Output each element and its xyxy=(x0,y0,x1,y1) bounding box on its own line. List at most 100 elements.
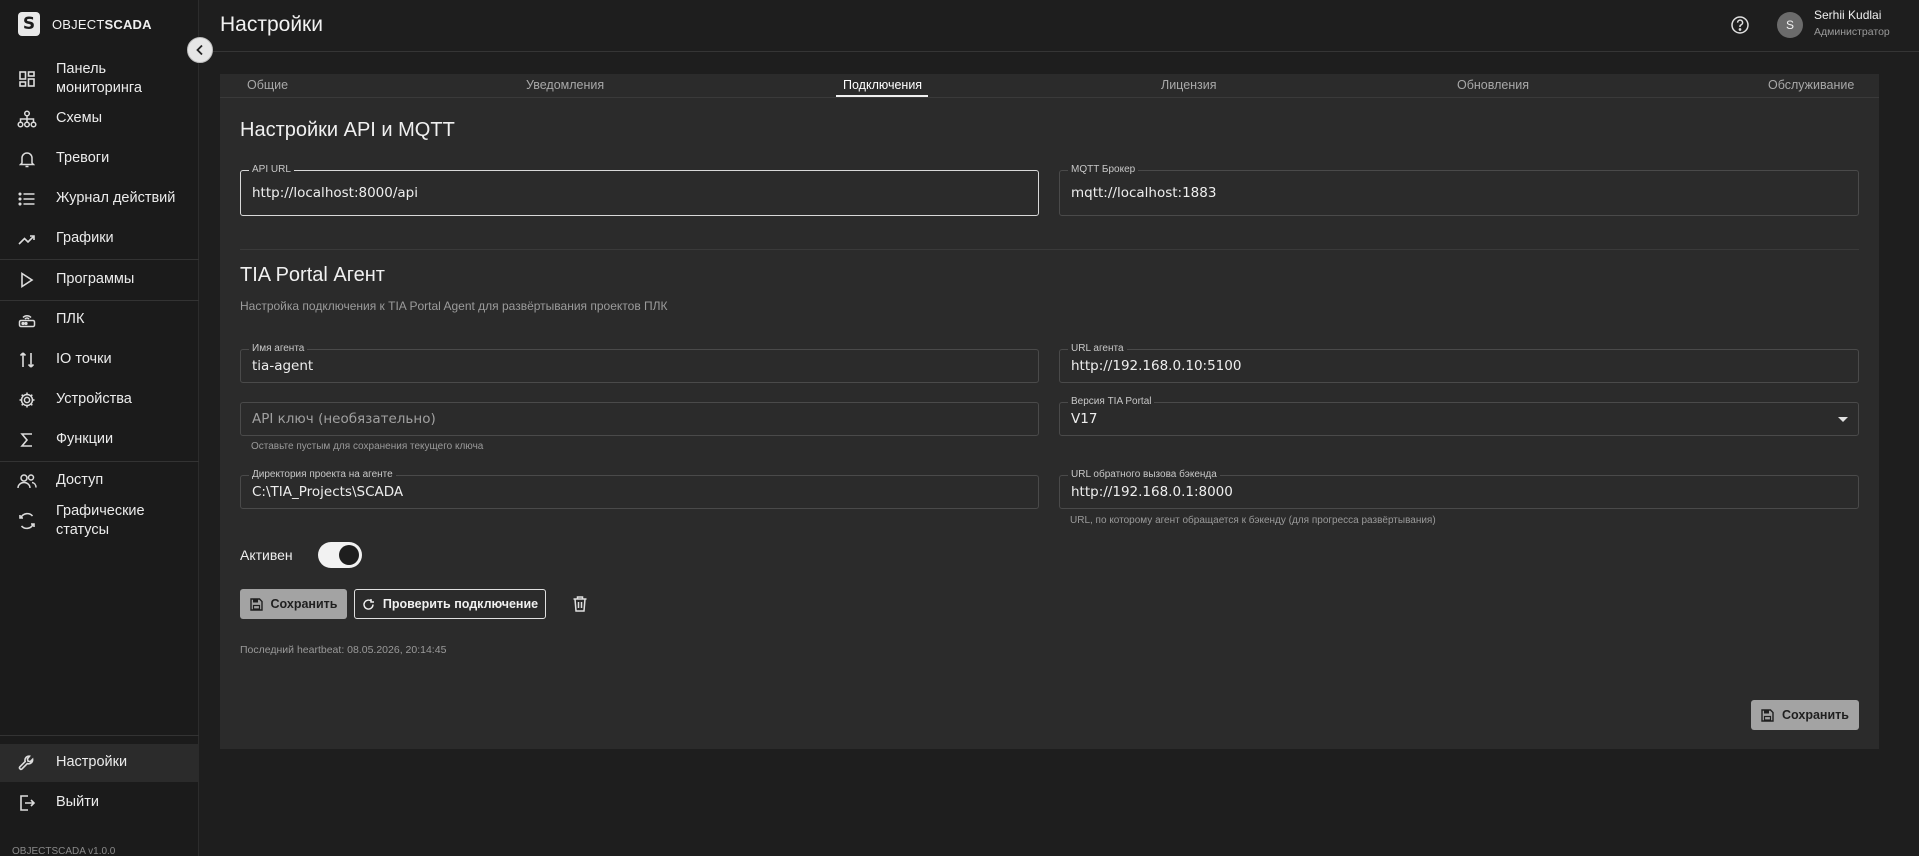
tab-maintenance[interactable]: Обслуживание xyxy=(1768,78,1854,92)
test-connection-label: Проверить подключение xyxy=(382,597,539,611)
mqtt-broker-label: MQTT Брокер xyxy=(1068,164,1139,176)
test-connection-button[interactable]: Проверить подключение xyxy=(354,589,546,619)
footer-save-button[interactable]: Сохранить xyxy=(1751,700,1859,730)
sidebar-divider xyxy=(0,300,199,301)
tia-version-label: Версия TIA Portal xyxy=(1068,396,1155,408)
chevron-down-icon xyxy=(1838,417,1848,422)
sidebar-item-label: Графические статусы xyxy=(56,503,145,538)
callback-url-value: http://192.168.0.1:8000 xyxy=(1071,484,1233,500)
agent-url-label: URL агента xyxy=(1068,343,1127,355)
project-directory-label: Директория проекта на агенте xyxy=(249,469,396,481)
project-directory-value: C:\TIA_Projects\SCADA xyxy=(252,484,404,500)
callback-url-label: URL обратного вызова бэкенда xyxy=(1068,469,1220,481)
tab-updates[interactable]: Обновления xyxy=(1457,78,1529,92)
sidebar-item-io-points[interactable]: IO точки xyxy=(0,349,199,371)
sidebar-item-logout[interactable]: Выйти xyxy=(0,792,199,814)
sidebar-divider xyxy=(0,259,199,260)
trend-icon xyxy=(17,229,37,249)
sidebar-collapse-button[interactable] xyxy=(187,37,213,63)
wrench-icon xyxy=(17,753,37,773)
sidebar-item-label: Панель мониторинга xyxy=(56,61,142,96)
sigma-icon xyxy=(17,430,37,450)
sidebar-divider xyxy=(0,461,199,462)
tab-general[interactable]: Общие xyxy=(247,78,288,92)
sidebar-item-label: Настройки xyxy=(56,754,128,770)
tab-license[interactable]: Лицензия xyxy=(1161,78,1217,92)
io-icon xyxy=(17,350,37,370)
active-toggle-label: Активен xyxy=(240,547,293,563)
refresh-icon xyxy=(363,598,374,610)
sidebar-item-alarms[interactable]: Тревоги xyxy=(0,148,199,170)
sidebar-item-access[interactable]: Доступ xyxy=(0,470,199,492)
dashboard-icon xyxy=(17,69,37,89)
sidebar-item-devices[interactable]: Устройства xyxy=(0,389,199,411)
sidebar-item-schemes[interactable]: Схемы xyxy=(0,108,199,130)
tia-version-value: V17 xyxy=(1071,411,1098,427)
api-url-field[interactable]: API URL http://localhost:8000/api xyxy=(240,164,1039,216)
last-heartbeat: Последний heartbeat: 08.05.2026, 20:14:4… xyxy=(240,644,447,656)
delete-agent-icon[interactable] xyxy=(572,595,590,613)
api-key-helper: Оставьте пустым для сохранения текущего … xyxy=(251,441,484,452)
project-directory-field[interactable]: Директория проекта на агенте C:\TIA_Proj… xyxy=(240,469,1039,509)
users-icon xyxy=(17,471,37,491)
tia-save-label: Сохранить xyxy=(270,597,338,611)
sidebar-item-label: Графики xyxy=(56,230,114,246)
sidebar-item-journal[interactable]: Журнал действий xyxy=(0,188,199,210)
router-icon xyxy=(17,310,37,330)
tab-notifications[interactable]: Уведомления xyxy=(526,78,604,92)
agent-url-field[interactable]: URL агента http://192.168.0.10:5100 xyxy=(1059,343,1859,383)
sidebar-item-label: ПЛК xyxy=(56,311,85,327)
api-url-label: API URL xyxy=(249,164,294,176)
save-icon xyxy=(249,597,263,611)
tia-save-button[interactable]: Сохранить xyxy=(240,589,347,619)
sidebar-item-label: Доступ xyxy=(56,472,104,488)
schema-icon xyxy=(17,109,37,129)
sidebar-item-graphic-statuses[interactable]: Графические статусы xyxy=(0,500,199,542)
sidebar-item-label: Тревоги xyxy=(56,150,110,166)
sidebar-item-plc[interactable]: ПЛК xyxy=(0,309,199,331)
callback-url-field[interactable]: URL обратного вызова бэкенда http://192.… xyxy=(1059,469,1859,509)
tia-section-title: TIA Portal Агент xyxy=(240,264,385,286)
logo-icon: S xyxy=(18,12,40,36)
settings-panel: Общие Уведомления Подключения Лицензия О… xyxy=(220,74,1879,749)
list-icon xyxy=(17,189,37,209)
mqtt-broker-field[interactable]: MQTT Брокер mqtt://localhost:1883 xyxy=(1059,164,1859,216)
save-icon xyxy=(1761,708,1774,722)
api-key-field[interactable]: API ключ (необязательно) xyxy=(240,402,1039,436)
user-name: Serhii Kudlai xyxy=(1814,8,1882,22)
sidebar-divider xyxy=(0,735,199,736)
api-mqtt-section-title: Настройки API и MQTT xyxy=(240,119,455,141)
sidebar-item-programs[interactable]: Программы xyxy=(0,269,199,291)
agent-name-field[interactable]: Имя агента tia-agent xyxy=(240,343,1039,383)
tab-connections[interactable]: Подключения xyxy=(843,78,922,92)
sidebar-item-functions[interactable]: Функции xyxy=(0,429,199,451)
app-logo[interactable]: S OBJECTSCADA xyxy=(18,12,152,36)
app-version: OBJECTSCADA v1.0.0 xyxy=(12,846,116,856)
sidebar-item-dashboard[interactable]: Панель мониторинга xyxy=(0,58,199,100)
bell-icon xyxy=(17,149,37,169)
user-role: Администратор xyxy=(1814,26,1890,38)
api-url-value: http://localhost:8000/api xyxy=(252,185,419,201)
sidebar-item-settings[interactable]: Настройки xyxy=(0,744,199,782)
agent-url-value: http://192.168.0.10:5100 xyxy=(1071,358,1242,374)
settings-tabs: Общие Уведомления Подключения Лицензия О… xyxy=(220,74,1879,98)
avatar[interactable]: S xyxy=(1777,12,1803,38)
logo-text: OBJECTSCADA xyxy=(52,16,152,32)
sidebar-item-label: IO точки xyxy=(56,351,112,367)
toggle-knob xyxy=(339,545,359,565)
play-icon xyxy=(17,270,37,290)
sidebar-item-label: Выйти xyxy=(56,794,99,810)
agent-name-label: Имя агента xyxy=(249,343,308,355)
section-divider xyxy=(240,249,1859,250)
active-toggle[interactable] xyxy=(318,542,362,568)
status-icon xyxy=(17,511,37,531)
sidebar-item-label: Схемы xyxy=(56,110,103,126)
tia-version-select[interactable]: Версия TIA Portal V17 xyxy=(1059,396,1859,436)
agent-name-value: tia-agent xyxy=(252,358,314,374)
sidebar: S OBJECTSCADA Панель мониторинга Схемы Тр… xyxy=(0,0,199,856)
sidebar-item-charts[interactable]: Графики xyxy=(0,228,199,250)
gear-icon xyxy=(17,390,37,410)
chevron-left-icon xyxy=(196,44,203,56)
sidebar-item-label: Журнал действий xyxy=(56,190,176,206)
help-icon[interactable] xyxy=(1730,15,1750,35)
